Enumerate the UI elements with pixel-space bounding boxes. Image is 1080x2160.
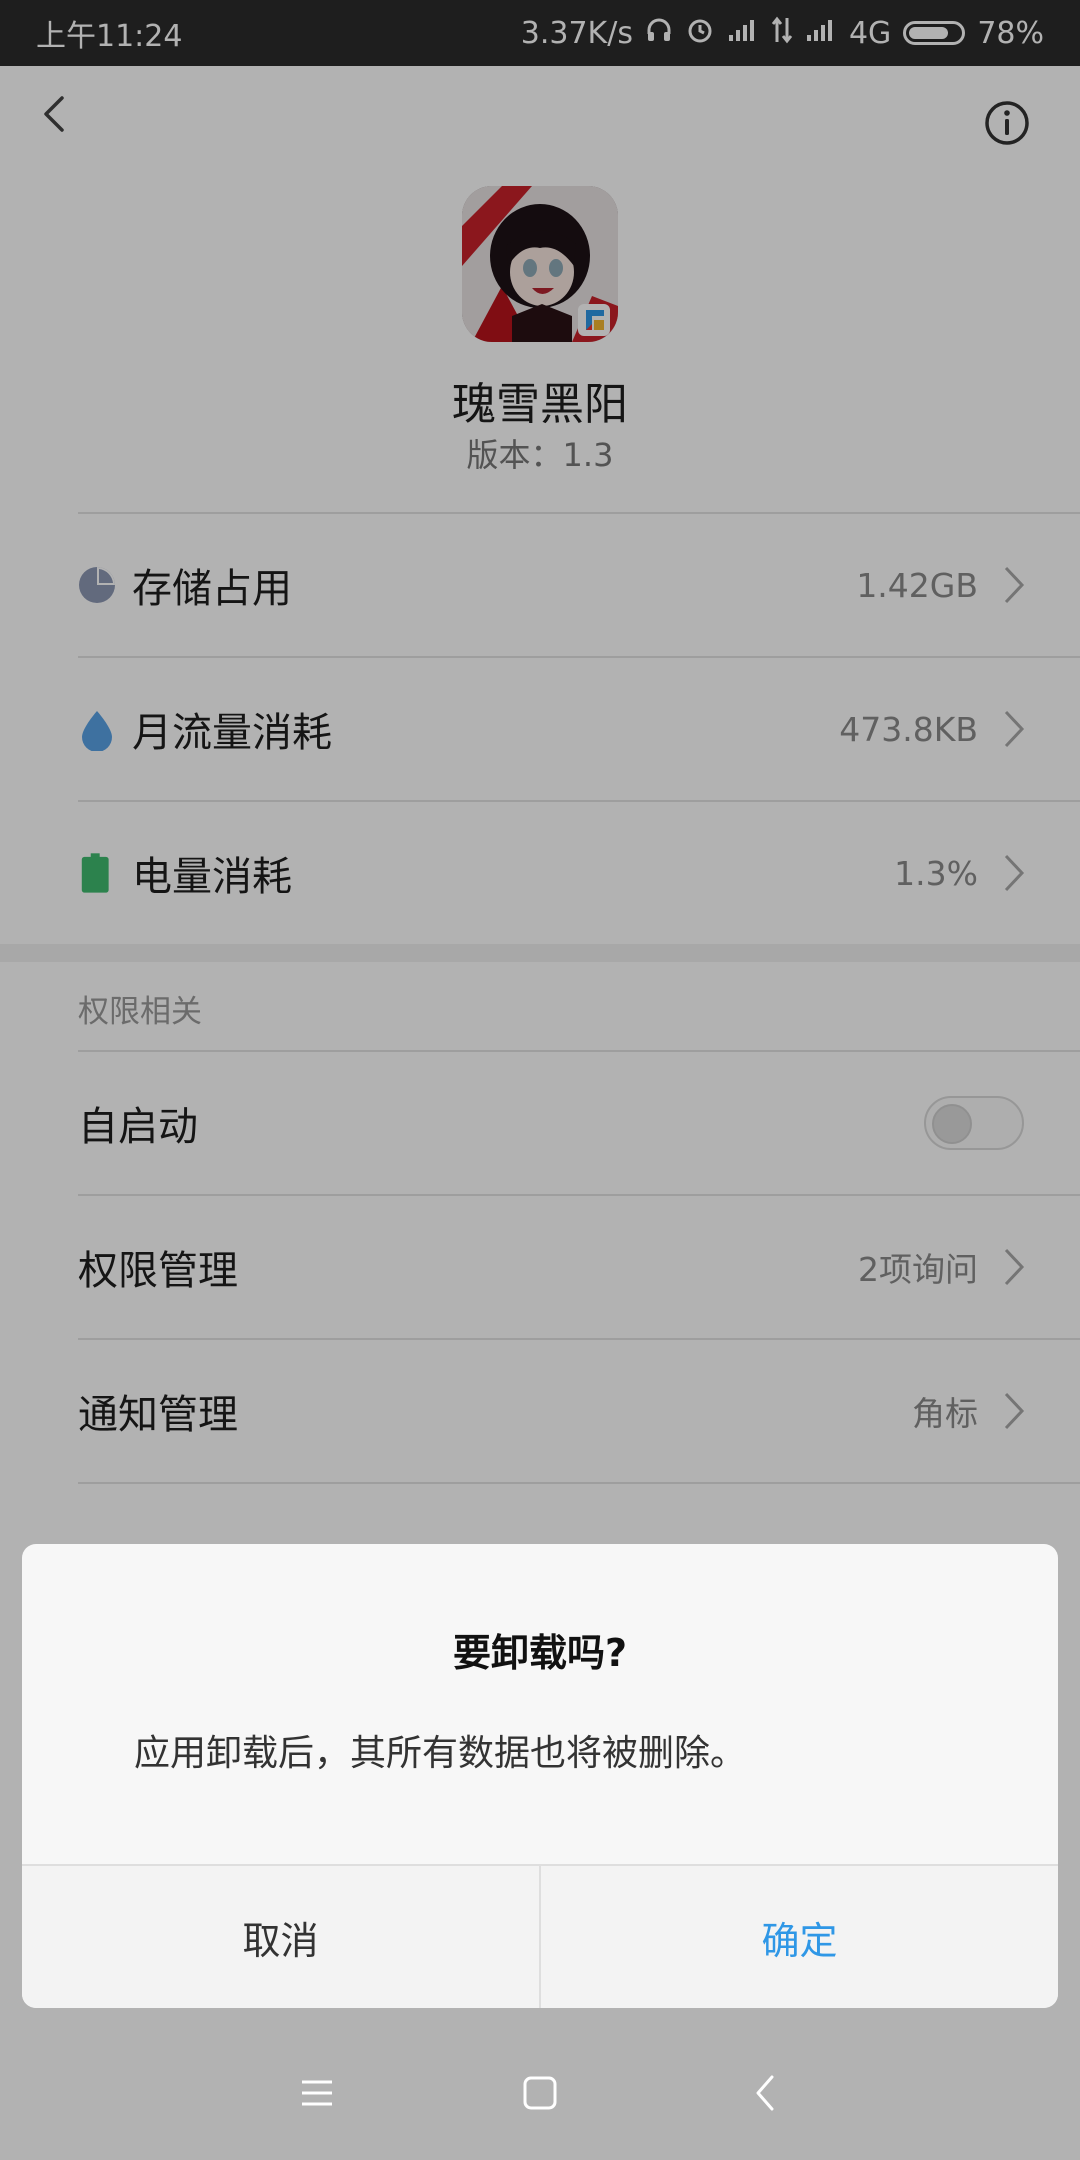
app-info-screen: 上午11:24 3.37K/s 4G 78% 瑰雪黑阳 版本：1.3 存储占用 … [0,0,1080,2160]
home-icon[interactable] [515,2068,565,2118]
cancel-button[interactable]: 取消 [22,1866,541,2008]
confirm-button[interactable]: 确定 [541,1866,1058,2008]
dialog-message: 应用卸载后，其所有数据也将被删除。 [134,1733,747,1774]
navigation-bar [0,2028,1080,2160]
dialog-title: 要卸载吗? [452,1631,628,1675]
dialog-buttons: 取消 确定 [22,1864,1058,2008]
uninstall-dialog: 要卸载吗? 应用卸载后，其所有数据也将被删除。 取消 确定 [22,1544,1058,2008]
menu-icon[interactable] [292,2068,342,2118]
back-icon[interactable] [742,2068,792,2118]
